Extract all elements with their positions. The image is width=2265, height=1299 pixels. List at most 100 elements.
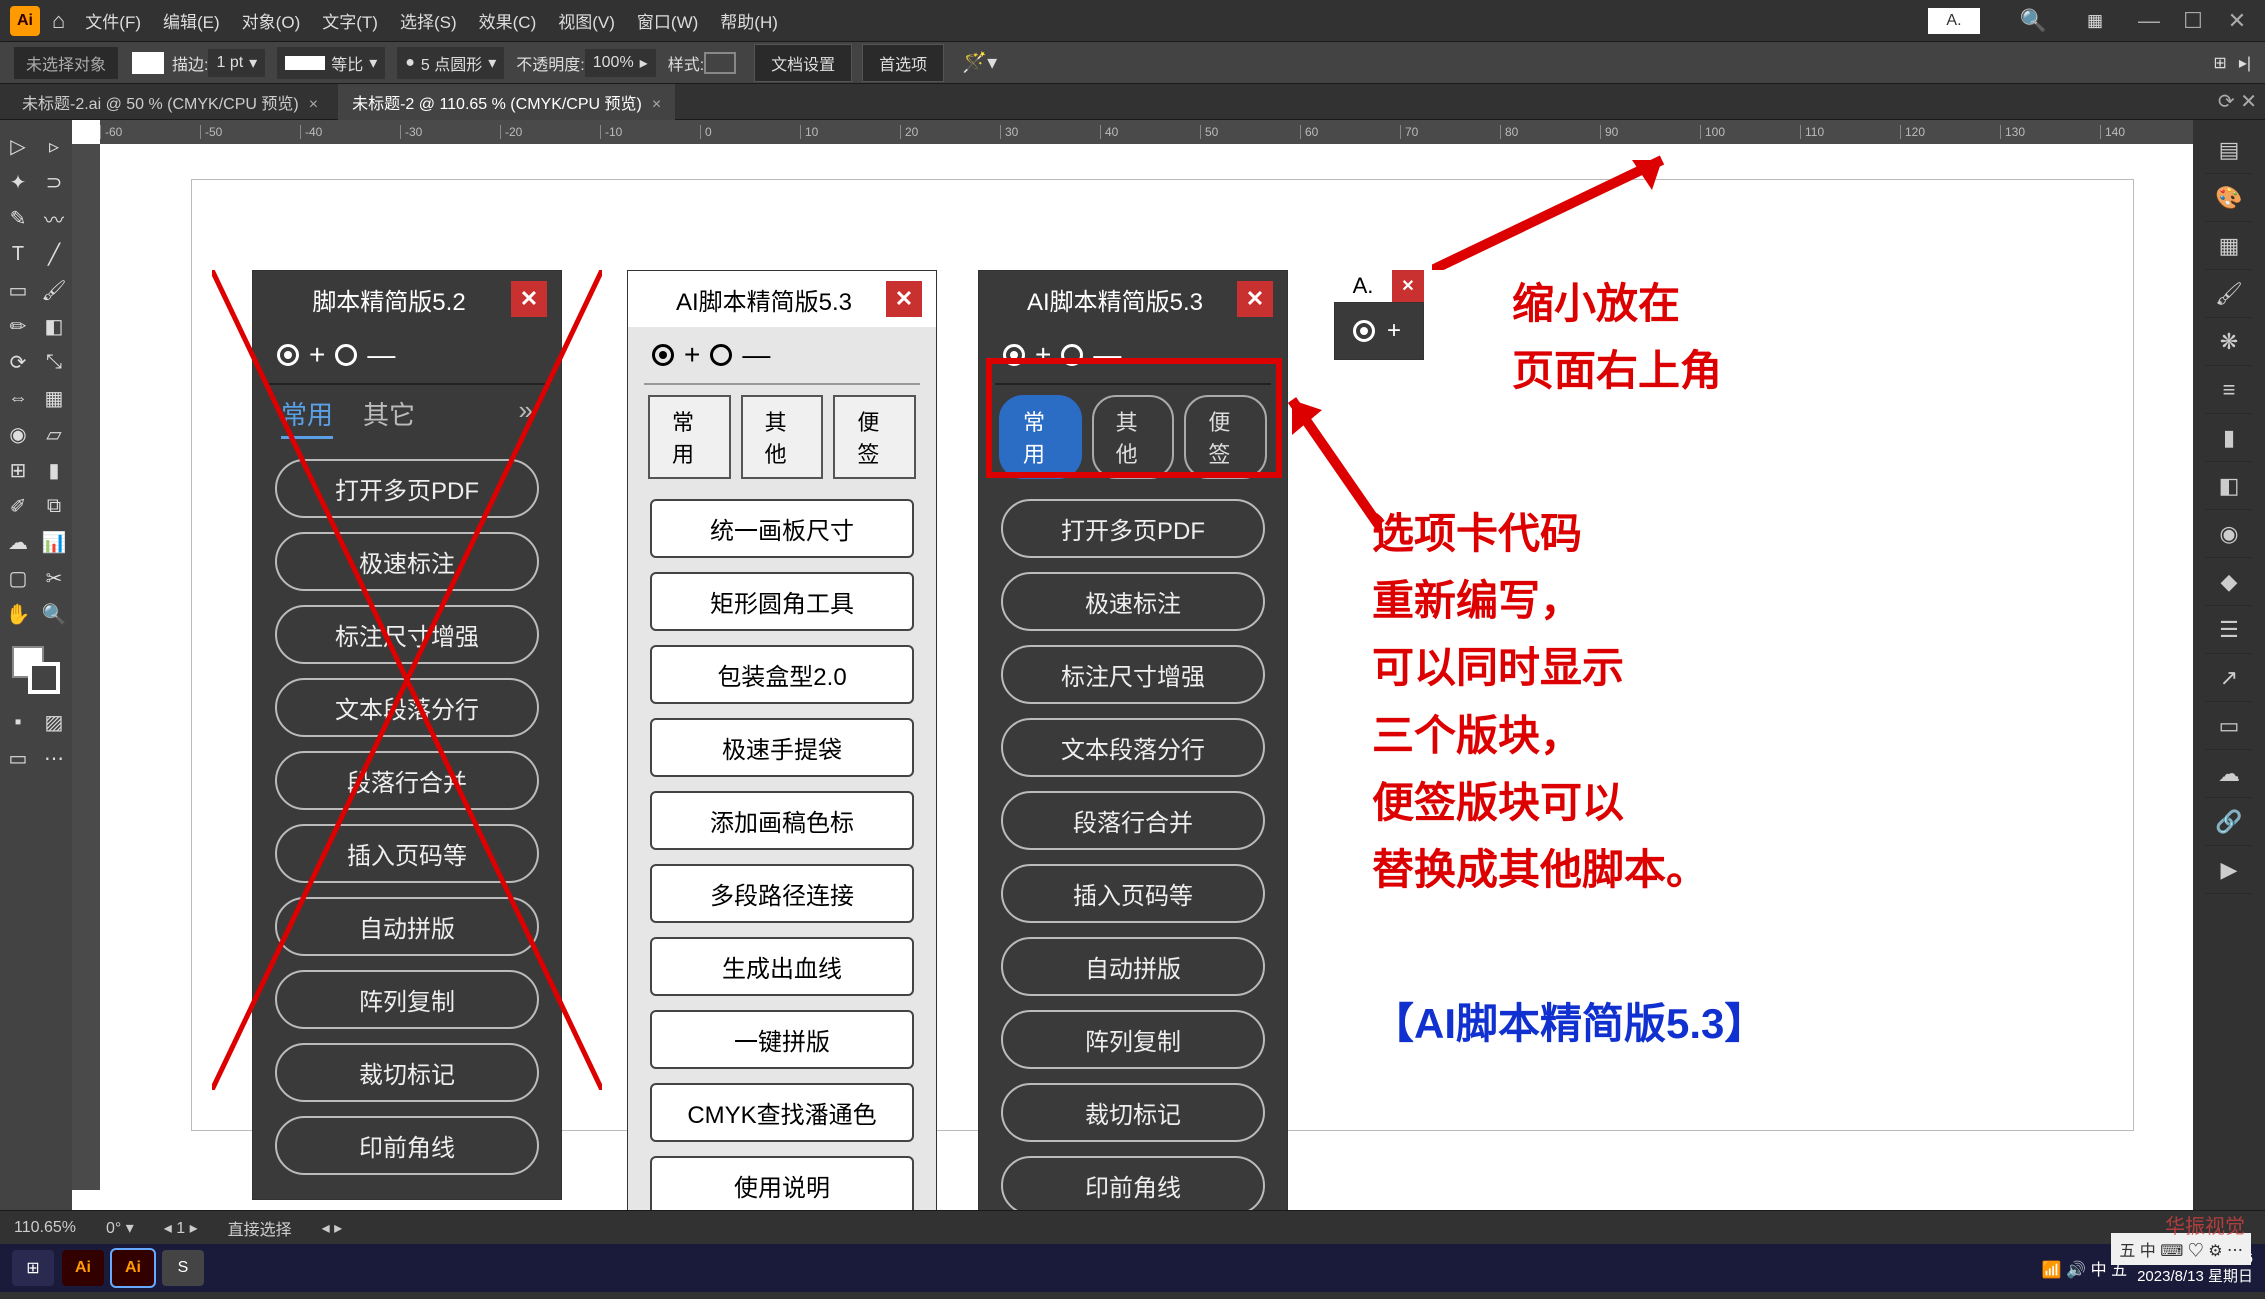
opacity-value[interactable]: 100%▸ xyxy=(585,49,656,77)
transparency-panel-icon[interactable]: ◧ xyxy=(2205,462,2253,510)
panel-53l-btn-2[interactable]: 包装盒型2.0 xyxy=(650,645,914,704)
swatches-panel-icon[interactable]: ▦ xyxy=(2205,222,2253,270)
stroke-uniform[interactable]: 等比▾ xyxy=(277,47,385,79)
panel-53l-btn-3[interactable]: 极速手提袋 xyxy=(650,718,914,777)
rotate-value[interactable]: 0° ▾ xyxy=(106,1218,134,1238)
panel-53l-btn-8[interactable]: CMYK查找潘通色 xyxy=(650,1083,914,1142)
cloud-sync-icon[interactable]: ⟳ ✕ xyxy=(2218,89,2257,114)
line-tool[interactable]: ╱ xyxy=(36,236,72,272)
prefs-button[interactable]: 首选项 xyxy=(862,44,944,82)
stroke-panel-icon[interactable]: ≡ xyxy=(2205,366,2253,414)
panel-52-tab-common[interactable]: 常用 xyxy=(281,395,333,439)
edit-toolbar[interactable]: ⋯ xyxy=(36,740,72,776)
links-panel-icon[interactable]: 🔗 xyxy=(2205,798,2253,846)
brushes-panel-icon[interactable]: 🖌 xyxy=(2205,270,2253,318)
scale-tool[interactable]: ⤡ xyxy=(36,344,72,380)
magic-wand-tool[interactable]: ✦ xyxy=(0,164,36,200)
doc-tab-2[interactable]: 未标题-2 @ 110.65 % (CMYK/CPU 预览)× xyxy=(338,84,675,120)
mini-panel-top[interactable]: A. xyxy=(1928,8,1979,34)
mesh-tool[interactable]: ⊞ xyxy=(0,452,36,488)
panel-52-btn-5[interactable]: 插入页码等 xyxy=(275,824,539,883)
panel-mini-close[interactable]: ✕ xyxy=(1392,270,1424,302)
fill-swatch[interactable] xyxy=(132,52,164,74)
panel-53d-btn-1[interactable]: 极速标注 xyxy=(1001,572,1265,631)
graph-tool[interactable]: 📊 xyxy=(36,524,72,560)
selection-tool[interactable]: ▷ xyxy=(0,128,36,164)
rect-tool[interactable]: ▭ xyxy=(0,272,36,308)
shaper-tool[interactable]: ✏ xyxy=(0,308,36,344)
panel-53d-btn-5[interactable]: 插入页码等 xyxy=(1001,864,1265,923)
panel-53l-btn-7[interactable]: 一键拼版 xyxy=(650,1010,914,1069)
libraries-panel-icon[interactable]: ☁ xyxy=(2205,750,2253,798)
graphic-styles-panel-icon[interactable]: ◆ xyxy=(2205,558,2253,606)
panel-52-btn-0[interactable]: 打开多页PDF xyxy=(275,459,539,518)
panel-52-btn-4[interactable]: 段落行合并 xyxy=(275,751,539,810)
width-tool[interactable]: ⇔ xyxy=(0,380,36,416)
menu-help[interactable]: 帮助(H) xyxy=(720,8,778,33)
color-panel-icon[interactable]: 🎨 xyxy=(2205,174,2253,222)
zoom-level[interactable]: 110.65% xyxy=(14,1219,76,1237)
panel-52-btn-7[interactable]: 阵列复制 xyxy=(275,970,539,1029)
panel-52-btn-8[interactable]: 裁切标记 xyxy=(275,1043,539,1102)
workspace-icon[interactable]: ▦ xyxy=(2087,11,2103,31)
panel-53l-btn-6[interactable]: 生成出血线 xyxy=(650,937,914,996)
artboards-panel-icon[interactable]: ▭ xyxy=(2205,702,2253,750)
panel-53d-btn-6[interactable]: 自动拼版 xyxy=(1001,937,1265,996)
stroke-weight[interactable]: 1 pt▾ xyxy=(208,49,265,77)
panel-52-btn-9[interactable]: 印前角线 xyxy=(275,1116,539,1175)
panel-53d-btn-0[interactable]: 打开多页PDF xyxy=(1001,499,1265,558)
lasso-tool[interactable]: ⊃ xyxy=(36,164,72,200)
hand-tool[interactable]: ✋ xyxy=(0,596,36,632)
play-panel-icon[interactable]: ▶ xyxy=(2205,846,2253,894)
menu-object[interactable]: 对象(O) xyxy=(242,8,301,33)
fill-stroke-control[interactable] xyxy=(12,646,60,694)
panel-53l-btn-9[interactable]: 使用说明 xyxy=(650,1156,914,1210)
layers-panel-icon[interactable]: ☰ xyxy=(2205,606,2253,654)
symbols-panel-icon[interactable]: ❋ xyxy=(2205,318,2253,366)
menu-window[interactable]: 窗口(W) xyxy=(637,8,698,33)
appearance-panel-icon[interactable]: ◉ xyxy=(2205,510,2253,558)
rotate-tool[interactable]: ⟳ xyxy=(0,344,36,380)
brush-select[interactable]: ●5 点圆形▾ xyxy=(397,47,504,79)
window-minimize[interactable]: — xyxy=(2131,8,2167,34)
curvature-tool[interactable]: 〰 xyxy=(36,200,72,236)
symbol-tool[interactable]: ☁ xyxy=(0,524,36,560)
gradient-panel-icon[interactable]: ▮ xyxy=(2205,414,2253,462)
panel-53d-close[interactable]: ✕ xyxy=(1237,281,1273,317)
menu-file[interactable]: 文件(F) xyxy=(85,8,141,33)
zoom-tool[interactable]: 🔍 xyxy=(36,596,72,632)
style-swatch[interactable] xyxy=(704,52,736,74)
menu-select[interactable]: 选择(S) xyxy=(400,8,457,33)
asset-export-panel-icon[interactable]: ↗ xyxy=(2205,654,2253,702)
panel-53l-btn-0[interactable]: 统一画板尺寸 xyxy=(650,499,914,558)
brush-tool[interactable]: 🖌 xyxy=(36,272,72,308)
pen-tool[interactable]: ✎ xyxy=(0,200,36,236)
artboard-nav[interactable]: ◂ 1 ▸ xyxy=(164,1218,198,1238)
eyedropper-tool[interactable]: ✐ xyxy=(0,488,36,524)
canvas[interactable]: -60-50-40-30-20-100102030405060708090100… xyxy=(72,120,2193,1210)
menu-view[interactable]: 视图(V) xyxy=(558,8,615,33)
screen-mode[interactable]: ▭ xyxy=(0,740,36,776)
panel-53l-tab-1[interactable]: 其他 xyxy=(741,395,824,479)
panel-52-btn-3[interactable]: 文本段落分行 xyxy=(275,678,539,737)
start-button[interactable]: ⊞ xyxy=(12,1250,54,1286)
taskbar-ai-1[interactable]: Ai xyxy=(62,1250,104,1286)
gradient-tool[interactable]: ▮ xyxy=(36,452,72,488)
gradient-mode[interactable]: ▨ xyxy=(36,704,72,740)
eraser-tool[interactable]: ◧ xyxy=(36,308,72,344)
menu-edit[interactable]: 编辑(E) xyxy=(163,8,220,33)
type-tool[interactable]: T xyxy=(0,236,36,272)
properties-panel-icon[interactable]: ▤ xyxy=(2205,126,2253,174)
panel-53l-close[interactable]: ✕ xyxy=(886,281,922,317)
panel-53l-tab-0[interactable]: 常用 xyxy=(648,395,731,479)
panel-53d-btn-8[interactable]: 裁切标记 xyxy=(1001,1083,1265,1142)
align-icon[interactable]: ⊞ xyxy=(2213,53,2226,73)
panel-52-btn-2[interactable]: 标注尺寸增强 xyxy=(275,605,539,664)
shape-builder-tool[interactable]: ◉ xyxy=(0,416,36,452)
panel-52-radios[interactable]: +— xyxy=(253,327,561,383)
free-transform-tool[interactable]: ▦ xyxy=(36,380,72,416)
window-close[interactable]: ✕ xyxy=(2219,8,2255,34)
direct-selection-tool[interactable]: ▹ xyxy=(36,128,72,164)
panel-53l-btn-4[interactable]: 添加画稿色标 xyxy=(650,791,914,850)
panel-53l-btn-5[interactable]: 多段路径连接 xyxy=(650,864,914,923)
